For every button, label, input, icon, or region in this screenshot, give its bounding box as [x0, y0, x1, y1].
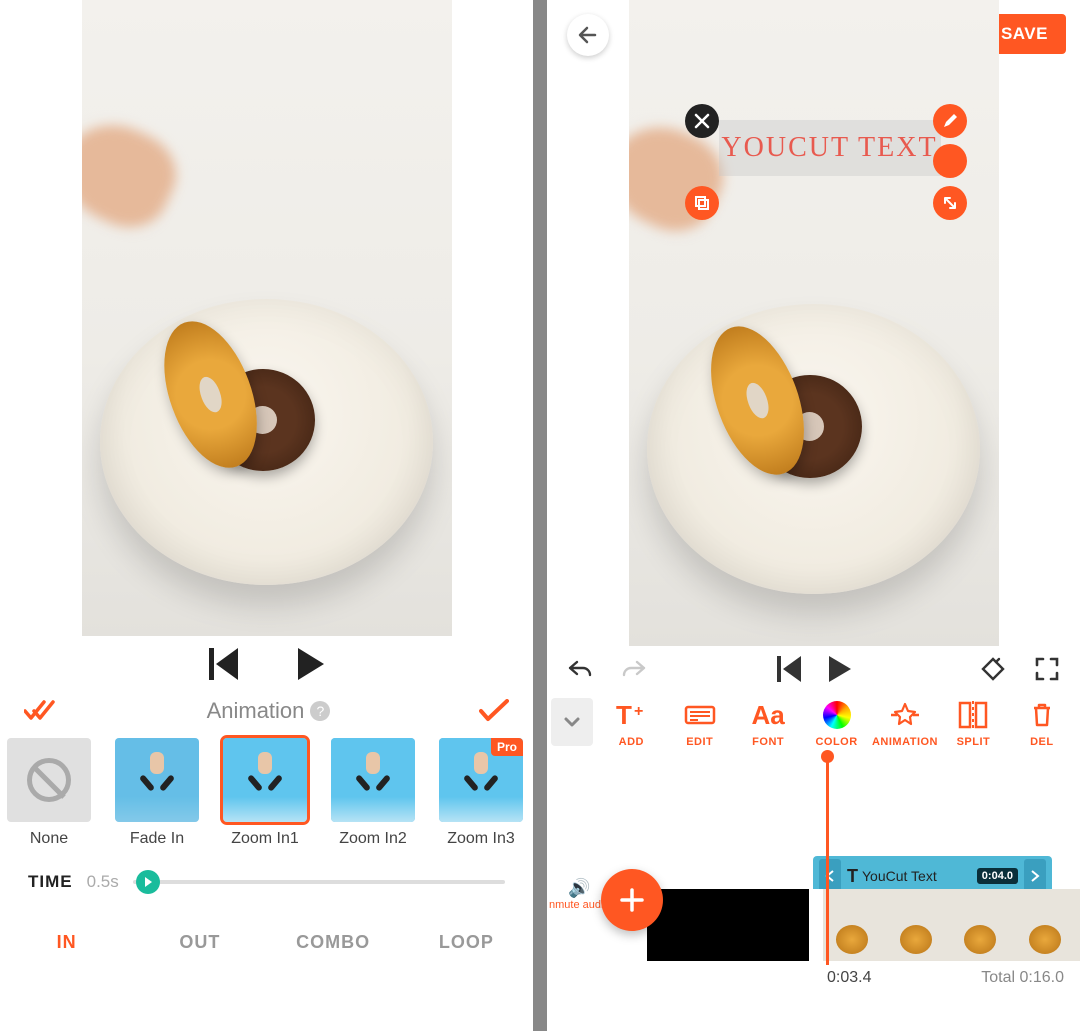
restart-icon[interactable]	[777, 656, 801, 682]
play-icon[interactable]	[829, 656, 851, 682]
fullscreen-icon[interactable]	[1034, 656, 1060, 682]
svg-text:+: +	[634, 703, 643, 720]
animation-option-zoom-in2[interactable]: Zoom In2	[328, 738, 418, 848]
tool-color[interactable]: COLOR	[802, 698, 870, 748]
video-clip[interactable]	[823, 889, 1080, 961]
video-preview[interactable]	[82, 0, 452, 636]
tool-label: DEL	[1008, 736, 1076, 748]
svg-text:T: T	[616, 702, 632, 728]
restart-icon[interactable]	[209, 648, 238, 680]
del-icon	[1008, 698, 1076, 732]
animation-option-none[interactable]: None	[4, 738, 94, 848]
pro-badge: Pro	[491, 738, 523, 756]
edit-icon[interactable]	[933, 104, 967, 138]
clip-handle-left-icon[interactable]	[819, 859, 841, 893]
pane-divider	[533, 0, 547, 1031]
current-time: 0:03.4	[827, 969, 871, 987]
redo-icon[interactable]	[621, 658, 647, 680]
resize-icon[interactable]	[933, 186, 967, 220]
time-value: 0.5s	[87, 872, 119, 892]
playhead[interactable]	[826, 756, 829, 965]
video-track[interactable]	[647, 889, 1080, 961]
timeline[interactable]: TYouCut Text 0:04.0 🔊nmute audio 0:03.4 …	[547, 756, 1080, 989]
animation-panel: Animation? None Fade In Zoom In1 Zoom In2 Pr…	[0, 0, 533, 1031]
tool-split[interactable]: SPLIT	[939, 698, 1007, 748]
clip-handle-right-icon[interactable]	[1024, 859, 1046, 893]
animation-icon	[871, 698, 939, 732]
tool-label: EDIT	[666, 736, 734, 748]
close-icon[interactable]	[685, 104, 719, 138]
tool-label: FONT	[734, 736, 802, 748]
option-label: Zoom In3	[436, 830, 526, 848]
tool-label: COLOR	[802, 736, 870, 748]
add-clip-button[interactable]	[601, 869, 663, 931]
editor-panel: SAVE YOUCUT TEXT T+ADDEDITAaFONTCO	[547, 0, 1080, 1031]
back-button[interactable]	[567, 14, 609, 56]
textclip-label: YouCut Text	[862, 868, 937, 884]
slider-knob[interactable]	[136, 870, 160, 894]
undo-icon[interactable]	[567, 658, 593, 680]
animation-option-fade-in[interactable]: Fade In	[112, 738, 202, 848]
tool-label: ANIMATION	[871, 736, 939, 748]
edit-icon	[666, 698, 734, 732]
option-label: Zoom In2	[328, 830, 418, 848]
help-icon[interactable]: ?	[310, 701, 330, 721]
time-label: TIME	[28, 872, 73, 892]
video-preview[interactable]: YOUCUT TEXT	[629, 0, 999, 646]
play-icon[interactable]	[298, 648, 324, 680]
textclip-duration: 0:04.0	[977, 868, 1018, 884]
color-icon	[802, 698, 870, 732]
option-label: None	[4, 830, 94, 848]
tool-label: SPLIT	[939, 736, 1007, 748]
duplicate-icon[interactable]	[685, 186, 719, 220]
tool-animation[interactable]: ANIMATION	[871, 698, 939, 748]
text-overlay[interactable]: YOUCUT TEXT	[691, 110, 951, 210]
panel-title: Animation	[207, 698, 305, 724]
tool-del[interactable]: DEL	[1008, 698, 1076, 748]
apply-all-icon[interactable]	[24, 699, 58, 723]
overlay-text: YOUCUT TEXT	[721, 132, 937, 164]
animation-option-zoom-in1[interactable]: Zoom In1	[220, 738, 310, 848]
add-icon: T+	[597, 698, 665, 732]
animation-option-zoom-in3[interactable]: Pro Zoom In3	[436, 738, 526, 848]
split-icon	[939, 698, 1007, 732]
keyframe-icon[interactable]	[980, 656, 1006, 682]
tab-loop[interactable]: LOOP	[400, 910, 533, 975]
tool-add[interactable]: T+ ADD	[597, 698, 665, 748]
rotate-handle-icon[interactable]	[933, 144, 967, 178]
font-icon: Aa	[734, 698, 802, 732]
tab-combo[interactable]: COMBO	[267, 910, 400, 975]
option-label: Fade In	[112, 830, 202, 848]
tool-label: ADD	[597, 736, 665, 748]
tool-edit[interactable]: EDIT	[666, 698, 734, 748]
confirm-icon[interactable]	[479, 699, 509, 723]
collapse-tools-button[interactable]	[551, 698, 593, 746]
video-clip[interactable]	[647, 889, 823, 961]
option-label: Zoom In1	[220, 830, 310, 848]
time-slider[interactable]	[133, 880, 505, 884]
tab-in[interactable]: IN	[0, 910, 133, 975]
tab-out[interactable]: OUT	[133, 910, 266, 975]
total-time: 0:16.0	[1020, 969, 1064, 986]
tool-font[interactable]: Aa FONT	[734, 698, 802, 748]
